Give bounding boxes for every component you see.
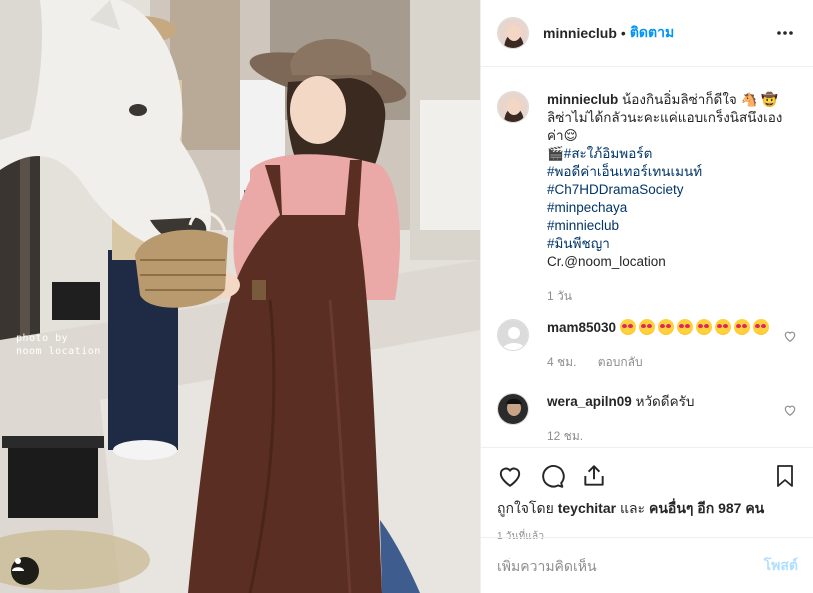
- bookmark-icon: [777, 465, 793, 487]
- comment-username[interactable]: wera_apiln09: [547, 394, 632, 409]
- reply-button[interactable]: ตอบกลับ: [598, 355, 643, 369]
- comment-input[interactable]: [497, 557, 764, 574]
- caption-username[interactable]: minnieclub: [547, 92, 618, 107]
- add-comment-bar: โพสต์: [481, 537, 813, 593]
- heart-eyes-emoji-icon: [638, 319, 655, 335]
- caption-body: minnieclub น้องกินอิ่มลิซ่าก็ดีใจ 🐴 🤠 ลิ…: [547, 91, 797, 305]
- hashtag-link[interactable]: 🎬#สะใภ้อิมพอร์ต: [547, 145, 797, 163]
- caption-row: minnieclub น้องกินอิ่มลิซ่าก็ดีใจ 🐴 🤠 ลิ…: [497, 91, 797, 305]
- caption-text-line1: น้องกินอิ่มลิซ่าก็ดีใจ: [622, 92, 737, 107]
- author-username[interactable]: minnieclub: [543, 25, 617, 41]
- photo-illustration: [0, 0, 480, 593]
- post-side-panel: minnieclub • ติดตาม minnieclub น้องกินอิ…: [480, 0, 813, 593]
- comment-icon: [542, 465, 565, 488]
- caption-text-line2: ลิซ่าไม่ได้กลัวนะคะแค่แอบเกร็งนิสนึงเองค…: [547, 110, 783, 143]
- horse-emoji-icon: 🐴: [740, 92, 758, 107]
- hashtag-link[interactable]: #minpechaya: [547, 199, 797, 217]
- heart-eyes-emoji-icon: [752, 319, 769, 335]
- likes-prefix: ถูกใจโดย: [497, 500, 554, 516]
- comment-age[interactable]: 4 ชม.: [547, 355, 576, 369]
- post-header: minnieclub • ติดตาม: [481, 0, 813, 67]
- comment-text: หวัดดีครับ: [635, 394, 695, 409]
- post-comment-button[interactable]: โพสต์: [764, 555, 798, 577]
- like-comment-heart-icon[interactable]: [783, 403, 797, 417]
- post-modal: photo by noom location minnieclub • ติดต…: [0, 0, 813, 593]
- hashtag-link[interactable]: #พอดีค่าเอ็นเทอร์เทนเมนท์: [547, 163, 797, 181]
- heart-eyes-emoji-icon: [714, 319, 731, 335]
- comment-button[interactable]: [539, 463, 565, 489]
- heart-eyes-emoji-icon: [657, 319, 674, 335]
- comment-row: wera_apiln09 หวัดดีครับ 12 ชม.: [497, 393, 797, 445]
- heart-eyes-emoji-icon: [619, 319, 636, 335]
- liker-username[interactable]: teychitar: [558, 500, 616, 516]
- hashtag-link[interactable]: #minnieclub: [547, 217, 797, 235]
- comment-row: mam85030 4 ชม. ตอบกลับ: [497, 319, 797, 371]
- like-comment-heart-icon[interactable]: [783, 329, 797, 343]
- caption-credit: Cr.@noom_location: [547, 254, 666, 269]
- user-tag-button[interactable]: [11, 557, 39, 585]
- caption-age[interactable]: 1 วัน: [547, 289, 572, 303]
- hashtag-link[interactable]: #Ch7HDDramaSociety: [547, 181, 797, 199]
- share-button[interactable]: [581, 463, 607, 489]
- like-button[interactable]: [497, 463, 523, 489]
- likes-middle: และ: [619, 500, 646, 516]
- follow-button[interactable]: ติดตาม: [630, 22, 674, 44]
- hashtag-link[interactable]: #มินพีชญา: [547, 235, 797, 253]
- comment-username[interactable]: mam85030: [547, 320, 616, 335]
- commenter-avatar[interactable]: [497, 393, 529, 425]
- heart-eyes-emoji-icon: [733, 319, 750, 335]
- commenter-avatar[interactable]: [497, 319, 529, 351]
- action-icons: [497, 460, 797, 492]
- comment-meta: 12 ชม.: [547, 427, 773, 445]
- comment-body: wera_apiln09 หวัดดีครับ 12 ชม.: [547, 393, 773, 445]
- heart-eyes-emoji-icon: [676, 319, 693, 335]
- cowboy-emoji-icon: 🤠: [761, 92, 778, 107]
- more-options-button[interactable]: [773, 21, 797, 45]
- author-avatar[interactable]: [497, 17, 529, 49]
- comment-age[interactable]: 12 ชม.: [547, 429, 583, 443]
- likes-summary: ถูกใจโดย teychitar และ คนอื่นๆ อีก 987 ค…: [497, 498, 797, 520]
- comments-list[interactable]: minnieclub น้องกินอิ่มลิซ่าก็ดีใจ 🐴 🤠 ลิ…: [481, 67, 813, 447]
- post-photo[interactable]: photo by noom location: [0, 0, 480, 593]
- person-icon: [12, 558, 24, 571]
- heart-eyes-emoji-icon: [695, 319, 712, 335]
- comment-meta: 4 ชม. ตอบกลับ: [547, 353, 773, 371]
- heart-icon: [499, 467, 521, 487]
- caption-avatar[interactable]: [497, 91, 529, 123]
- header-separator: •: [620, 25, 626, 41]
- relieved-emoji-icon: 😌: [563, 128, 578, 143]
- caption-meta: 1 วัน: [547, 287, 797, 305]
- more-horizontal-icon: [777, 31, 793, 35]
- post-actions: ถูกใจโดย teychitar และ คนอื่นๆ อีก 987 ค…: [481, 447, 813, 544]
- comment-body: mam85030 4 ชม. ตอบกลับ: [547, 319, 773, 371]
- save-button[interactable]: [773, 463, 797, 489]
- heart-eyes-emoji-list: [619, 319, 772, 335]
- photo-watermark: photo by noom location: [16, 333, 101, 357]
- share-icon: [584, 465, 604, 486]
- likes-others-link[interactable]: คนอื่นๆ อีก 987 คน: [649, 500, 764, 516]
